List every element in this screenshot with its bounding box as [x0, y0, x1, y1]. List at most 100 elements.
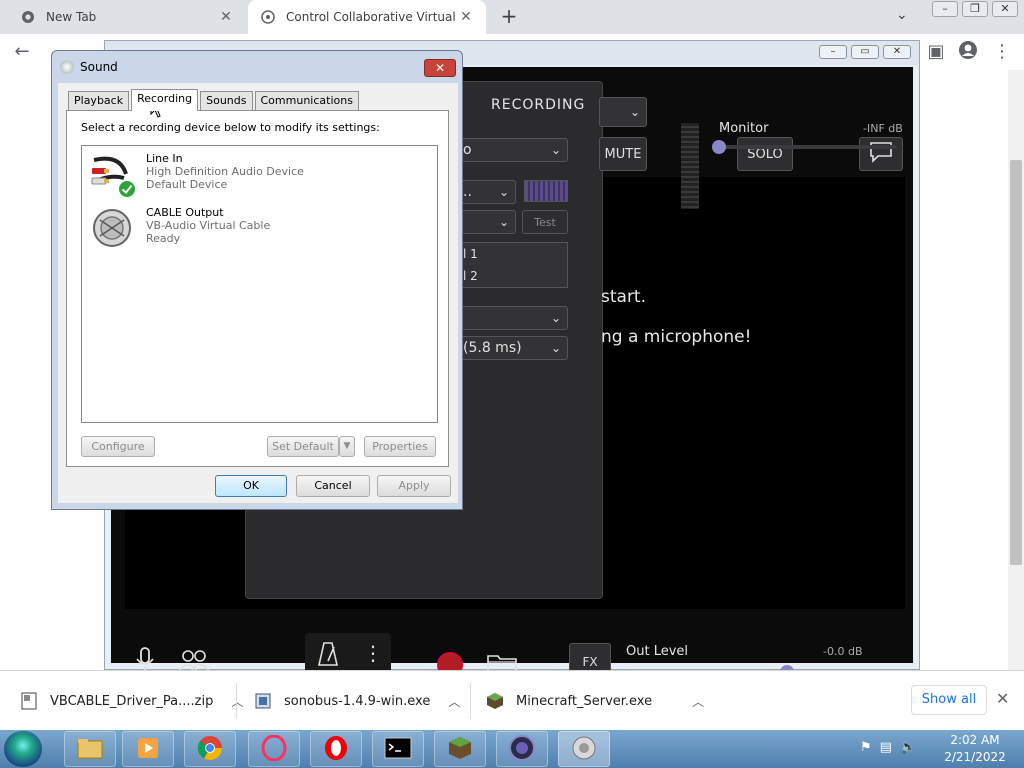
- sonobus-icon: [508, 734, 536, 765]
- channel-item-2[interactable]: l 2: [463, 269, 478, 283]
- dialog-close-button[interactable]: ✕: [424, 59, 456, 77]
- set-default-button[interactable]: Set Default: [267, 436, 339, 457]
- opera-icon: [323, 735, 349, 764]
- browser-tab-strip: New Tab ✕ Control Collaborative Virtual …: [0, 0, 1024, 34]
- sonobus-minimize-button[interactable]: –: [819, 45, 847, 59]
- globe-icon: [260, 9, 276, 25]
- back-arrow-icon[interactable]: ←: [10, 40, 34, 64]
- sonobus-maximize-button[interactable]: ▭: [851, 45, 879, 59]
- download-item-vbcable[interactable]: VBCABLE_Driver_Pa....zip ︿: [20, 685, 243, 717]
- monitor-level-meter: [681, 123, 699, 209]
- side-panel-icon[interactable]: ▣: [924, 40, 948, 64]
- start-button[interactable]: [4, 731, 42, 767]
- restore-button[interactable]: ❐: [962, 1, 988, 17]
- chevron-up-icon[interactable]: ︿: [692, 693, 704, 710]
- device-name: CABLE Output: [146, 206, 224, 219]
- monitor-slider[interactable]: [719, 145, 897, 149]
- out-level-db-readout: -0.0 dB: [823, 645, 863, 658]
- download-item-sonobus[interactable]: sonobus-1.4.9-win.exe ︿: [254, 685, 460, 717]
- apply-button[interactable]: Apply: [377, 475, 451, 497]
- new-tab-button[interactable]: +: [498, 5, 520, 27]
- tab-communications[interactable]: Communications: [254, 91, 359, 111]
- device-status: Ready: [146, 232, 181, 245]
- profile-avatar-icon[interactable]: [956, 40, 980, 64]
- configure-button[interactable]: Configure: [81, 436, 155, 457]
- ok-button[interactable]: OK: [215, 475, 287, 497]
- close-window-button[interactable]: ✕: [992, 1, 1018, 17]
- solo-button[interactable]: SOLO: [737, 137, 793, 171]
- installer-file-icon: [254, 692, 272, 710]
- taskbar-chrome[interactable]: [184, 731, 236, 767]
- download-item-minecraft[interactable]: Minecraft_Server.exe ︿: [486, 685, 704, 717]
- tab-recording[interactable]: Recording: [131, 89, 199, 111]
- input-channel-dropdown[interactable]: .. ⌄: [456, 180, 516, 204]
- tab-playback[interactable]: Playback: [68, 91, 130, 111]
- action-center-flag-icon[interactable]: ⚑: [860, 740, 872, 755]
- taskbar-explorer[interactable]: [64, 731, 116, 767]
- tab-close-icon[interactable]: ✕: [218, 9, 234, 25]
- channel-item-1[interactable]: l 1: [463, 247, 478, 261]
- top-dropdown[interactable]: ⌄: [599, 97, 647, 127]
- monitor-slider-knob[interactable]: [712, 140, 726, 154]
- cancel-button[interactable]: Cancel: [296, 475, 370, 497]
- test-button[interactable]: Test: [522, 210, 568, 234]
- chevron-down-icon: ⌄: [498, 185, 509, 199]
- show-all-button[interactable]: Show all: [911, 685, 987, 715]
- minecraft-block-icon: [447, 735, 473, 764]
- tab-close-icon[interactable]: ✕: [458, 9, 474, 25]
- latency-dropdown[interactable]: (5.8 ms) ⌄: [456, 336, 568, 360]
- download-filename: VBCABLE_Driver_Pa....zip: [50, 693, 214, 709]
- metronome-group: ⋮: [305, 633, 391, 675]
- media-player-icon: [136, 736, 160, 763]
- chevron-up-icon[interactable]: ︿: [231, 693, 243, 710]
- taskbar-sound[interactable]: [558, 731, 610, 767]
- set-default-dropdown[interactable]: ▼: [339, 436, 355, 457]
- tab-search-chevron-icon[interactable]: ⌄: [896, 7, 908, 23]
- out-level-label: Out Level: [626, 644, 689, 659]
- buffer-dropdown[interactable]: ⌄: [456, 306, 568, 330]
- speaker-icon: [60, 60, 74, 74]
- monitor-label: Monitor: [719, 121, 769, 136]
- taskbar-opera-gx[interactable]: [248, 731, 300, 767]
- triangle-down-icon: ▼: [343, 441, 351, 451]
- taskbar-minecraft[interactable]: [434, 731, 486, 767]
- channel-list[interactable]: l 1 l 2: [456, 242, 568, 288]
- tab-sounds[interactable]: Sounds: [200, 91, 253, 111]
- sonobus-close-button[interactable]: ✕: [883, 45, 911, 59]
- browser-window-controls: – ❐ ✕: [928, 1, 1018, 17]
- download-filename: sonobus-1.4.9-win.exe: [284, 693, 431, 709]
- chat-button[interactable]: [859, 137, 903, 171]
- tab-title: Control Collaborative Virtual Ma: [286, 10, 458, 24]
- taskbar-sonobus[interactable]: [496, 731, 548, 767]
- downloads-close-icon[interactable]: ✕: [996, 689, 1009, 708]
- chevron-down-icon: ⌄: [498, 215, 509, 229]
- folder-icon: [77, 737, 103, 762]
- taskbar-media-player[interactable]: [122, 731, 174, 767]
- status-message-2: ng a microphone!: [601, 327, 752, 347]
- input-device-dropdown[interactable]: o ⌄: [456, 138, 568, 162]
- output-device-dropdown[interactable]: ⌄: [456, 210, 516, 234]
- opera-gx-icon: [261, 734, 287, 764]
- taskbar-opera[interactable]: [310, 731, 362, 767]
- device-item-line-in[interactable]: Line In High Definition Audio Device Def…: [90, 150, 430, 202]
- mute-button[interactable]: MUTE: [599, 137, 647, 171]
- metronome-icon[interactable]: [317, 641, 339, 670]
- chevron-up-icon[interactable]: ︿: [448, 693, 460, 710]
- properties-button[interactable]: Properties: [364, 436, 436, 457]
- recording-tab-page: Select a recording device below to modif…: [66, 110, 449, 467]
- menu-kebab-icon[interactable]: ⋮: [990, 40, 1014, 64]
- network-icon[interactable]: ▤: [880, 740, 892, 755]
- taskbar-cmd[interactable]: [372, 731, 424, 767]
- device-item-cable-output[interactable]: CABLE Output VB-Audio Virtual Cable Read…: [90, 204, 430, 256]
- volume-icon[interactable]: 🔈: [900, 740, 916, 755]
- scrollbar-thumb[interactable]: [1010, 160, 1022, 565]
- tab-control-collaborative[interactable]: Control Collaborative Virtual Ma ✕: [248, 0, 486, 34]
- minimize-button[interactable]: –: [932, 1, 958, 17]
- taskbar-clock[interactable]: 2:02 AM 2/21/2022: [944, 732, 1006, 766]
- device-description: High Definition Audio Device: [146, 165, 304, 178]
- page-scrollbar[interactable]: [1008, 70, 1024, 670]
- device-status: Default Device: [146, 178, 228, 191]
- clock-time: 2:02 AM: [950, 733, 1000, 747]
- tab-new-tab[interactable]: New Tab ✕: [8, 0, 246, 34]
- more-options-icon[interactable]: ⋮: [363, 641, 383, 665]
